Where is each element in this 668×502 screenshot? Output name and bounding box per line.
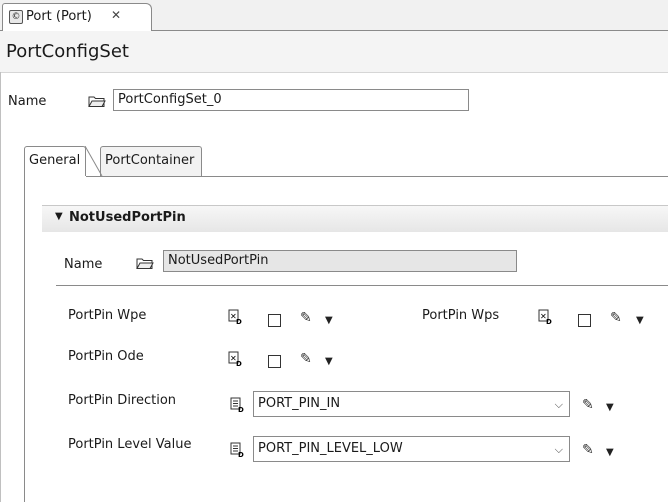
wps-checkbox[interactable]: [578, 314, 591, 327]
svg-text:D: D: [236, 318, 242, 325]
content-frame-left: [24, 176, 25, 502]
name-label: Name: [8, 94, 47, 109]
param-label-direction: PortPin Direction: [68, 393, 177, 408]
editor-tab-port[interactable]: © Port (Port) ✕: [2, 3, 152, 31]
edit-pencil-icon[interactable]: ✎: [610, 310, 622, 326]
folder-icon[interactable]: [88, 94, 106, 108]
tab-baseline: [86, 176, 668, 177]
tab-divider: [84, 146, 103, 177]
left-border: [0, 72, 1, 502]
config-set-name-field[interactable]: PortConfigSet_0: [113, 89, 469, 111]
dropdown-arrow-icon[interactable]: ▼: [606, 402, 614, 413]
edit-pencil-icon[interactable]: ✎: [582, 442, 594, 458]
section-name-field[interactable]: NotUsedPortPin: [163, 250, 517, 272]
param-label-level: PortPin Level Value: [68, 437, 192, 452]
level-value-select-value: PORT_PIN_LEVEL_LOW: [258, 441, 403, 456]
folder-icon[interactable]: [136, 256, 154, 270]
dropdown-arrow-icon[interactable]: ▼: [325, 315, 333, 326]
section-header-not-used-port-pin[interactable]: ▼ NotUsedPortPin: [42, 205, 668, 232]
param-label-ode: PortPin Ode: [68, 349, 144, 364]
default-value-icon[interactable]: ✕ D: [538, 309, 552, 325]
section-separator: [56, 285, 668, 286]
svg-text:D: D: [238, 406, 244, 413]
param-label-wps: PortPin Wps: [422, 308, 500, 323]
tab-port-container[interactable]: PortContainer: [100, 146, 202, 176]
chevron-down-icon[interactable]: ⌵: [555, 398, 563, 412]
svg-text:D: D: [236, 360, 242, 367]
chevron-down-icon[interactable]: ⌵: [555, 443, 563, 457]
dropdown-arrow-icon[interactable]: ▼: [606, 447, 614, 458]
page-title: PortConfigSet: [6, 41, 129, 62]
editor-tab-strip: © Port (Port) ✕: [0, 0, 668, 31]
module-config-icon: ©: [9, 10, 23, 24]
ode-checkbox[interactable]: [268, 355, 281, 368]
dropdown-arrow-icon[interactable]: ▼: [325, 356, 333, 367]
section-title: NotUsedPortPin: [69, 210, 186, 225]
default-value-icon[interactable]: ✕ D: [228, 309, 242, 325]
close-icon[interactable]: ✕: [111, 8, 121, 22]
editor-tab-title: Port (Port): [26, 9, 92, 24]
edit-pencil-icon[interactable]: ✎: [300, 310, 312, 326]
param-label-wpe: PortPin Wpe: [68, 308, 147, 323]
level-value-select[interactable]: PORT_PIN_LEVEL_LOW ⌵: [253, 436, 570, 462]
svg-text:D: D: [238, 451, 244, 458]
calculated-value-icon[interactable]: D: [230, 442, 244, 458]
direction-select-value: PORT_PIN_IN: [258, 396, 341, 411]
editor-header: PortConfigSet: [0, 31, 668, 73]
default-value-icon[interactable]: ✕ D: [228, 351, 242, 367]
direction-select[interactable]: PORT_PIN_IN ⌵: [253, 391, 570, 417]
collapse-triangle-icon[interactable]: ▼: [55, 211, 63, 222]
wpe-checkbox[interactable]: [268, 314, 281, 327]
svg-text:D: D: [546, 318, 552, 325]
calculated-value-icon[interactable]: D: [230, 397, 244, 413]
dropdown-arrow-icon[interactable]: ▼: [636, 315, 644, 326]
tab-general[interactable]: General: [24, 146, 86, 176]
edit-pencil-icon[interactable]: ✎: [582, 397, 594, 413]
edit-pencil-icon[interactable]: ✎: [300, 351, 312, 367]
section-name-label: Name: [64, 257, 103, 272]
